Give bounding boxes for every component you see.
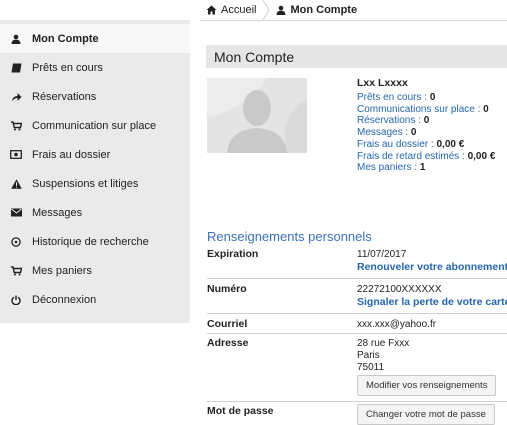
summary-messages: Messages : 0 — [357, 127, 417, 139]
breadcrumb-current-label: Mon Compte — [290, 4, 358, 16]
change-password-button[interactable]: Changer votre mot de passe — [357, 404, 495, 425]
sidebar-item-communication[interactable]: Communication sur place — [0, 111, 190, 140]
expiration-value: 11/07/2017 — [357, 249, 407, 260]
password-label: Mot de passe — [207, 405, 274, 417]
home-icon — [206, 5, 217, 15]
divider — [207, 278, 507, 279]
summary-reservations: Réservations : 0 — [357, 115, 430, 127]
address-line-3: 75011 — [357, 362, 385, 373]
courriel-label: Courriel — [207, 318, 248, 330]
envelope-icon — [9, 208, 23, 217]
sidebar-item-suspensions[interactable]: Suspensions et litiges — [0, 169, 190, 198]
numero-label: Numéro — [207, 283, 247, 295]
card-number-value: 22272100XXXXXX — [357, 284, 442, 295]
sidebar-item-label: Messages — [32, 206, 83, 219]
power-icon — [9, 295, 23, 305]
edit-profile-button[interactable]: Modifier vos renseignements — [357, 375, 497, 396]
sidebar: Mon Compte Prêts en cours Réservations C… — [0, 20, 190, 323]
section-title: Renseignements personnels — [207, 229, 372, 244]
email-value: xxx.xxx@yahoo.fr — [357, 319, 437, 330]
sidebar-item-label: Communication sur place — [32, 119, 157, 132]
sidebar-item-label: Mon Compte — [32, 32, 99, 45]
cart-icon — [9, 265, 23, 276]
divider — [207, 333, 507, 334]
sidebar-item-label: Prêts en cours — [32, 61, 103, 74]
book-icon — [9, 63, 23, 73]
renew-subscription-link[interactable]: Renouveler votre abonnement — [357, 261, 507, 273]
expiration-label: Expiration — [207, 248, 259, 260]
history-icon — [9, 236, 23, 247]
page-title: Mon Compte — [214, 48, 295, 65]
sidebar-item-reservations[interactable]: Réservations — [0, 82, 190, 111]
sidebar-item-paniers[interactable]: Mes paniers — [0, 256, 190, 285]
sidebar-item-label: Mes paniers — [32, 264, 92, 277]
breadcrumb-home-link[interactable]: Accueil — [200, 4, 256, 16]
sidebar-item-mon-compte[interactable]: Mon Compte — [0, 24, 190, 53]
sidebar-item-label: Suspensions et litiges — [32, 177, 139, 190]
divider — [207, 401, 507, 402]
warning-icon — [9, 178, 23, 189]
money-icon — [9, 150, 23, 159]
user-icon — [9, 34, 23, 44]
sidebar-item-label: Historique de recherche — [32, 235, 149, 248]
address-line-1: 28 rue Fxxx — [357, 338, 410, 349]
account-summary: Lxx Lxxxx Prêts en cours : 0 Communicati… — [357, 76, 507, 174]
user-name: Lxx Lxxxx — [357, 77, 408, 89]
avatar — [207, 78, 307, 153]
sidebar-item-label: Réservations — [32, 90, 97, 103]
page-title-bar: Mon Compte — [206, 45, 507, 68]
summary-frais-retard: Frais de retard estimés : 0,00 € — [357, 150, 496, 162]
address-line-2: Paris — [357, 350, 380, 361]
sidebar-item-label: Frais au dossier — [32, 148, 111, 161]
sidebar-item-deconnexion[interactable]: Déconnexion — [0, 285, 190, 314]
sidebar-item-prets[interactable]: Prêts en cours — [0, 53, 190, 82]
sidebar-item-frais[interactable]: Frais au dossier — [0, 140, 190, 169]
share-arrow-icon — [9, 92, 23, 102]
breadcrumb: Accueil Mon Compte — [200, 0, 507, 21]
breadcrumb-separator — [263, 0, 271, 20]
sidebar-item-historique[interactable]: Historique de recherche — [0, 227, 190, 256]
breadcrumb-home-label: Accueil — [221, 4, 257, 16]
summary-communications: Communications sur place : 0 — [357, 103, 489, 115]
report-card-loss-link[interactable]: Signaler la perte de votre carte — [357, 296, 507, 308]
sidebar-item-messages[interactable]: Messages — [0, 198, 190, 227]
divider — [207, 313, 507, 314]
sidebar-item-label: Déconnexion — [32, 293, 97, 306]
avatar-silhouette-icon — [207, 78, 307, 153]
user-icon — [276, 5, 286, 15]
adresse-label: Adresse — [207, 337, 249, 349]
summary-frais: Frais au dossier : 0,00 € — [357, 138, 465, 150]
breadcrumb-current: Mon Compte — [270, 4, 357, 16]
summary-paniers: Mes paniers : 1 — [357, 162, 426, 174]
summary-prets: Prêts en cours : 0 — [357, 92, 436, 103]
cart-icon — [9, 120, 23, 131]
